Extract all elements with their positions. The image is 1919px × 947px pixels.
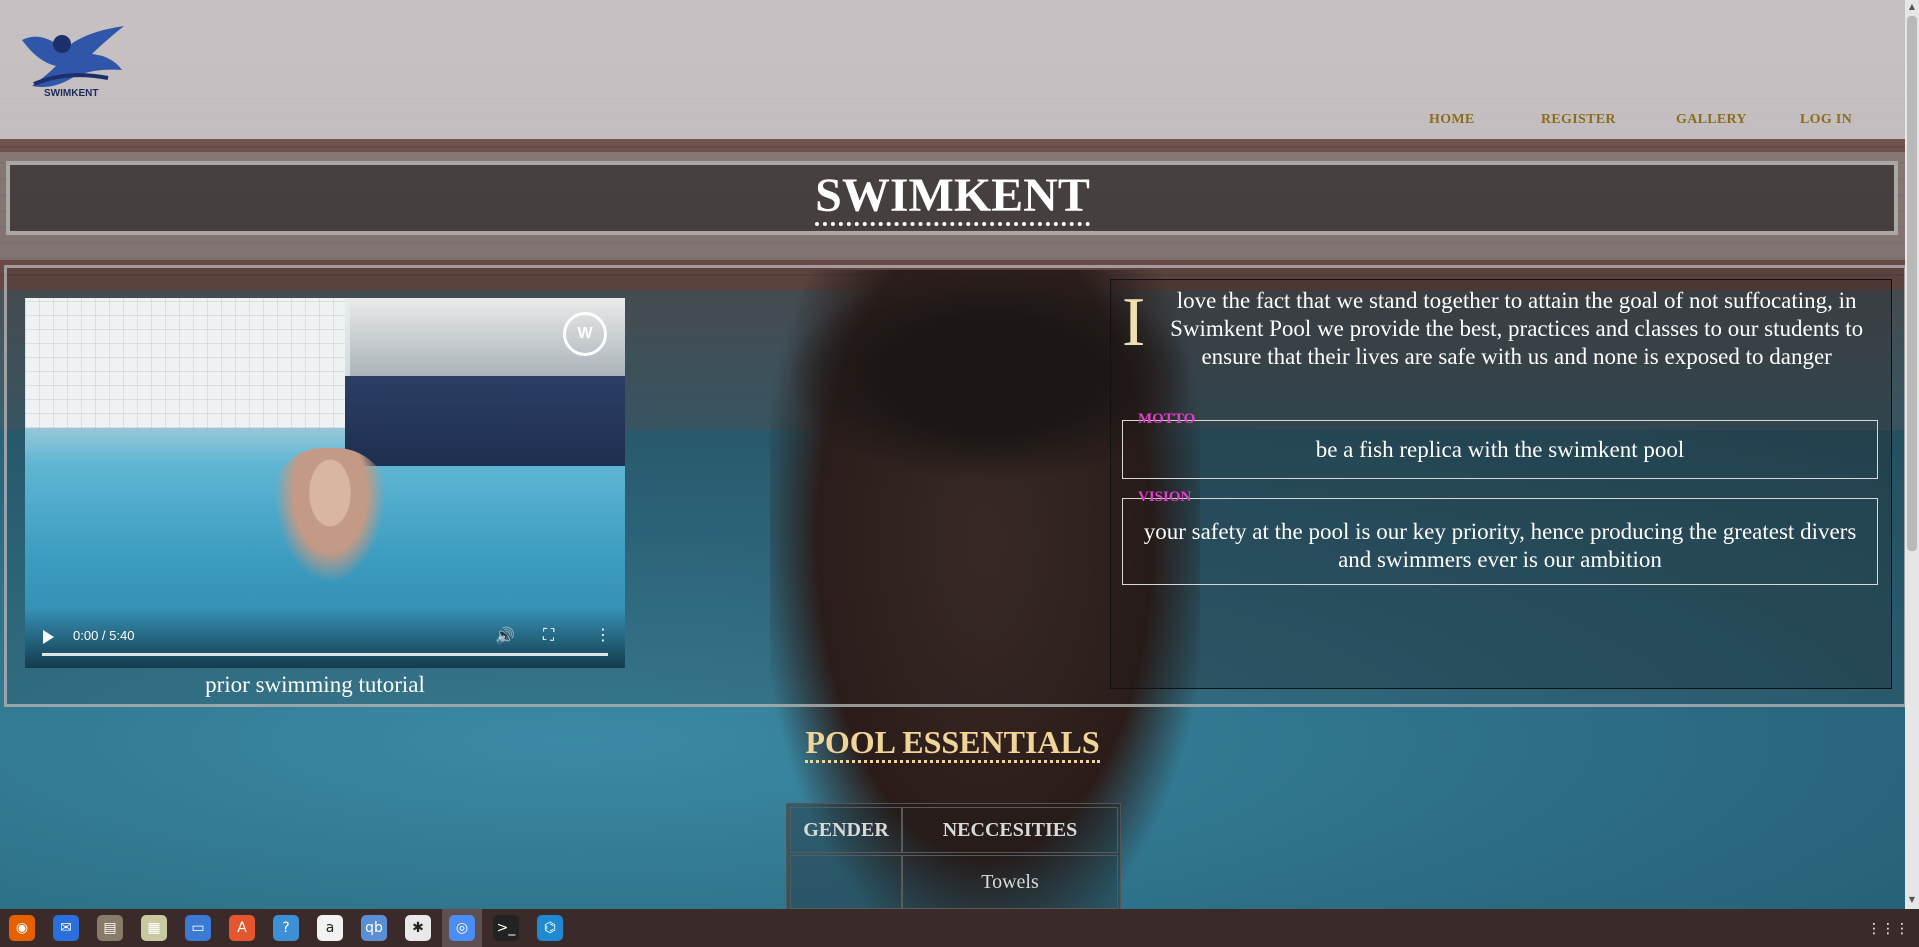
video-pool-steps [345, 376, 625, 466]
intro-paragraph: Ilove the fact that we stand together to… [1122, 287, 1878, 371]
help-icon[interactable]: ? [273, 915, 299, 941]
scroll-thumb[interactable] [1907, 16, 1917, 551]
logo-text: SWIMKENT [44, 88, 99, 99]
vision-text: your safety at the pool is our key prior… [1143, 519, 1857, 572]
motto-legend: MOTTO [1138, 411, 1196, 427]
play-icon[interactable] [43, 630, 54, 644]
slack-icon[interactable]: ✱ [405, 915, 431, 941]
video-controls: 0:00 / 5:40 🔊 ⛶ ⋮ [25, 608, 625, 668]
taskbar: ◉ ✉ ▤ ▦ ▭ A? a qb ✱ ◎ >_ ⌬ ⋮⋮⋮ [0, 909, 1919, 947]
video-progress-track[interactable] [42, 653, 608, 656]
amazon-icon[interactable]: a [317, 915, 343, 941]
video-caption: prior swimming tutorial [205, 672, 425, 697]
table-header-necessities: NECCESITIES [902, 807, 1118, 853]
motto-text: be a fish replica with the swimkent pool [1315, 437, 1685, 462]
essentials-table: GENDER NECCESITIES Towels [786, 803, 1121, 911]
nav-login[interactable]: LOG IN [1800, 112, 1852, 128]
nav-register[interactable]: REGISTER [1541, 112, 1616, 128]
essentials-title-text: POOL ESSENTIALS [805, 724, 1100, 763]
thunderbird-icon[interactable]: ✉ [53, 915, 79, 941]
vision-legend: VISION [1138, 489, 1192, 505]
nav-home[interactable]: HOME [1429, 112, 1475, 128]
nav-gallery[interactable]: GALLERY [1676, 112, 1747, 128]
tutorial-video[interactable]: W 0:00 / 5:40 🔊 ⛶ ⋮ [25, 298, 625, 668]
fullscreen-icon[interactable]: ⛶ [543, 625, 554, 645]
vscode-icon[interactable]: ⌬ [537, 915, 563, 941]
motto-fieldset: MOTTO be a fish replica with the swimken… [1122, 411, 1878, 479]
table-cell-towels: Towels [902, 855, 1118, 909]
scroll-up-icon[interactable]: ▲ [1907, 2, 1917, 14]
video-swimmer [265, 448, 395, 598]
vision-fieldset: VISION your safety at the pool is our ke… [1122, 489, 1878, 585]
qbittorrent-icon[interactable]: qb [361, 915, 387, 941]
document-icon[interactable]: ▭ [185, 915, 211, 941]
table-header-gender: GENDER [790, 807, 902, 853]
video-watermark-icon: W [563, 312, 607, 356]
essentials-title: POOL ESSENTIALS [0, 724, 1905, 763]
more-options-icon[interactable]: ⋮ [595, 625, 611, 644]
table-cell-gender [790, 855, 902, 909]
video-time: 0:00 / 5:40 [73, 628, 135, 643]
intro-text: love the fact that we stand together to … [1170, 288, 1864, 369]
volume-icon[interactable]: 🔊 [495, 626, 515, 645]
page-title-text: SWIMKENT [815, 169, 1090, 226]
files-icon[interactable]: ▤ [97, 915, 123, 941]
software-center-icon[interactable]: A [229, 915, 255, 941]
page-scrollbar[interactable]: ▲ ▼ [1905, 0, 1919, 909]
terminal-icon[interactable]: >_ [493, 915, 519, 941]
archive-icon[interactable]: ▦ [141, 915, 167, 941]
chrome-icon[interactable]: ◎ [449, 915, 475, 941]
video-climbing-wall [25, 298, 345, 428]
app-grid-icon[interactable]: ⋮⋮⋮ [1867, 921, 1909, 937]
site-header: SWIMKENT HOME REGISTER GALLERY LOG IN [0, 0, 1905, 139]
main-nav: HOME REGISTER GALLERY LOG IN [1005, 112, 1905, 130]
firefox-icon[interactable]: ◉ [9, 915, 35, 941]
scroll-down-icon[interactable]: ▼ [1907, 895, 1917, 907]
page-title: SWIMKENT [0, 168, 1905, 226]
intro-dropcap: I [1122, 284, 1146, 361]
